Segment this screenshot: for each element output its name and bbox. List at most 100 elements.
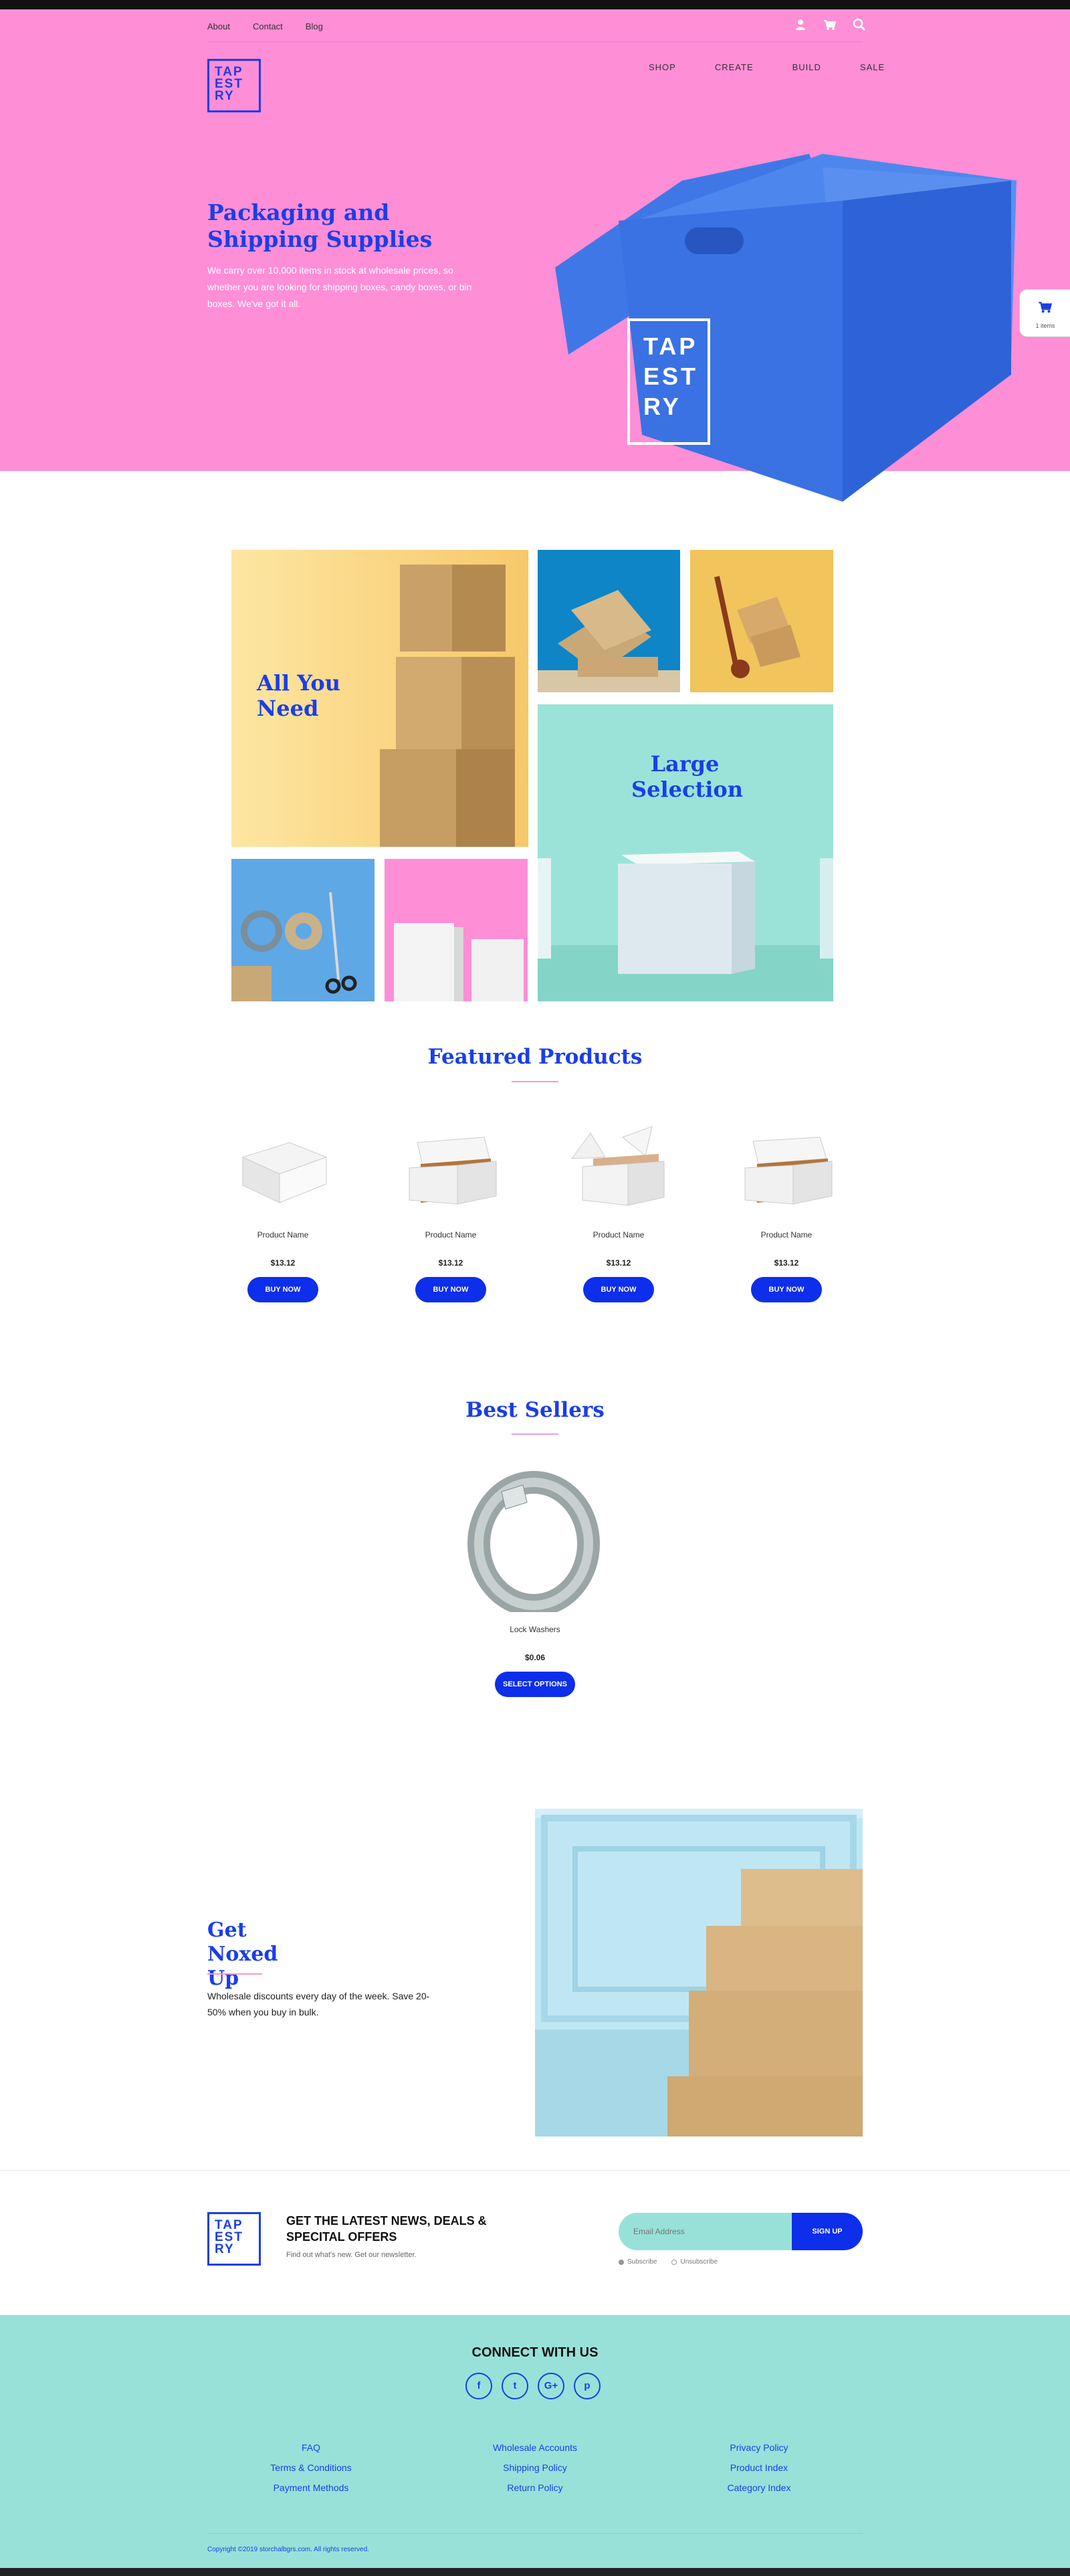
product-card[interactable]: Product Name $13.12 BUY NOW — [545, 1117, 692, 1302]
cart-count: 1 items — [1035, 322, 1055, 329]
footer-column: Privacy Policy Product Index Category In… — [672, 2438, 846, 2498]
hero-blue-box-image: TAP EST RY — [555, 154, 1016, 502]
footer-link-return[interactable]: Return Policy — [448, 2478, 622, 2498]
subscribe-label: Subscribe — [627, 2258, 657, 2266]
twitter-icon[interactable]: t — [502, 2373, 528, 2399]
tile-hand-truck[interactable] — [690, 550, 833, 692]
utility-links: About Contact Blog — [207, 21, 323, 31]
product-name[interactable]: Product Name — [545, 1230, 692, 1240]
footer-link-shipping[interactable]: Shipping Policy — [448, 2458, 622, 2478]
sign-up-button[interactable]: SIGN UP — [792, 2213, 863, 2250]
browser-top-bar — [0, 0, 1070, 9]
blog-link[interactable]: Blog — [306, 21, 323, 31]
noxed-text: Wholesale discounts every day of the wee… — [207, 1991, 430, 2017]
tile-all-you-need-label: All You Need — [257, 670, 340, 721]
cart-icon[interactable] — [823, 17, 837, 32]
select-options-button[interactable]: SELECT OPTIONS — [495, 1672, 575, 1697]
footer-column: FAQ Terms & Conditions Payment Methods — [224, 2438, 398, 2498]
product-image — [241, 1142, 328, 1203]
product-image — [409, 1136, 497, 1205]
floating-cart-tab[interactable]: 1 items — [1019, 289, 1070, 337]
tape-scissors-image — [231, 892, 357, 1001]
featured-title-rule — [512, 1081, 558, 1082]
hero-text: We carry over 10,000 items in stock at w… — [207, 265, 472, 309]
footer-link-terms[interactable]: Terms & Conditions — [224, 2458, 398, 2478]
nav-build[interactable]: BUILD — [792, 62, 821, 72]
footer-link-privacy[interactable]: Privacy Policy — [672, 2438, 846, 2458]
product-name[interactable]: Lock Washers — [461, 1625, 609, 1634]
product-price: $13.12 — [438, 1258, 463, 1268]
best-sellers-title-rule — [512, 1433, 558, 1435]
buy-now-button[interactable]: BUY NOW — [751, 1277, 822, 1302]
tile-all-you-need[interactable]: All You Need — [231, 550, 528, 847]
product-card[interactable]: Product Name $13.12 BUY NOW — [209, 1117, 356, 1302]
tile-tape-scissors[interactable] — [231, 859, 374, 1001]
utility-bar: About Contact Blog — [0, 9, 1070, 43]
email-field[interactable] — [619, 2213, 792, 2250]
browser-bottom-bar — [0, 2568, 1070, 2576]
nav-sale[interactable]: SALE — [860, 62, 885, 72]
nav-create[interactable]: CREATE — [715, 62, 754, 72]
subscription-options: Subscribe Unsubscribe — [619, 2258, 718, 2266]
footer-link-payment[interactable]: Payment Methods — [224, 2478, 398, 2498]
brand-logo[interactable]: TAP EST RY — [207, 59, 261, 112]
white-boxes-image — [394, 923, 524, 1001]
noxed-title: Get Noxed Up — [207, 1918, 278, 1990]
footer-link-product-index[interactable]: Product Index — [672, 2458, 846, 2478]
product-price: $13.12 — [774, 1258, 799, 1268]
google-plus-icon[interactable]: G+ — [538, 2373, 564, 2399]
copyright-text: Copyright ©2019 storchalbgrs.com. All ri… — [207, 2546, 369, 2553]
product-name[interactable]: Product Name — [713, 1230, 860, 1240]
cart-icon — [1039, 302, 1053, 313]
tile-large-selection[interactable]: Large Selection — [538, 704, 833, 1001]
footer-link-wholesale[interactable]: Wholesale Accounts — [448, 2438, 622, 2458]
product-price: $13.12 — [270, 1258, 296, 1268]
product-name[interactable]: Product Name — [377, 1230, 524, 1240]
search-icon[interactable] — [852, 17, 867, 32]
logo-line: RY — [215, 89, 235, 104]
noxed-boxes-image — [535, 1809, 863, 2137]
contact-link[interactable]: Contact — [253, 21, 283, 31]
radio-dot — [619, 2259, 624, 2265]
buy-now-button[interactable]: BUY NOW — [415, 1277, 486, 1302]
user-icon[interactable] — [793, 17, 808, 32]
subscribe-radio[interactable]: Subscribe — [619, 2258, 657, 2266]
hand-truck-image — [714, 576, 800, 678]
best-seller-card[interactable]: Lock Washers $0.06 SELECT OPTIONS — [461, 1465, 609, 1697]
main-nav: SHOP CREATE BUILD SALE — [649, 62, 885, 72]
buy-now-button[interactable]: BUY NOW — [583, 1277, 654, 1302]
newsletter-title: GET THE LATEST NEWS, DEALS & SPECITAL OF… — [286, 2214, 487, 2244]
footer-column: Wholesale Accounts Shipping Policy Retur… — [448, 2438, 622, 2498]
facebook-icon[interactable]: f — [465, 2373, 492, 2399]
best-sellers-title: Best Sellers — [465, 1398, 605, 1422]
product-price: $0.06 — [524, 1653, 546, 1662]
svg-text:EST: EST — [643, 363, 698, 390]
unsubscribe-radio[interactable]: Unsubscribe — [671, 2258, 718, 2266]
tile-large-selection-label: Large Selection — [631, 751, 744, 802]
pinterest-icon[interactable]: p — [574, 2373, 601, 2399]
tile-box-blue[interactable] — [538, 550, 680, 692]
svg-text:RY: RY — [643, 393, 681, 420]
buy-now-button[interactable]: BUY NOW — [247, 1277, 318, 1302]
product-image — [570, 1126, 665, 1206]
tile-white-boxes-pink[interactable] — [385, 859, 528, 1001]
utility-divider — [207, 41, 863, 42]
product-image — [744, 1136, 833, 1205]
product-price: $13.12 — [606, 1258, 631, 1268]
footer-divider — [207, 2533, 863, 2534]
white-box-image — [538, 852, 833, 1001]
lock-washer-image — [467, 1471, 600, 1617]
footer-link-category-index[interactable]: Category Index — [672, 2478, 846, 2498]
footer-link-faq[interactable]: FAQ — [224, 2438, 398, 2458]
open-box-image — [538, 590, 680, 692]
footer-logo[interactable]: TAP EST RY — [207, 2212, 261, 2266]
unsubscribe-label: Unsubscribe — [680, 2258, 718, 2266]
product-card[interactable]: Product Name $13.12 BUY NOW — [377, 1117, 524, 1302]
about-link[interactable]: About — [207, 21, 230, 31]
nav-shop[interactable]: SHOP — [649, 62, 676, 72]
product-card[interactable]: Product Name $13.12 BUY NOW — [713, 1117, 860, 1302]
connect-title: CONNECT WITH US — [471, 2345, 599, 2360]
product-name[interactable]: Product Name — [209, 1230, 356, 1240]
newsletter-subtitle: Find out what's new. Get our newsletter. — [286, 2251, 417, 2259]
social-links: f t G+ p — [465, 2373, 601, 2399]
